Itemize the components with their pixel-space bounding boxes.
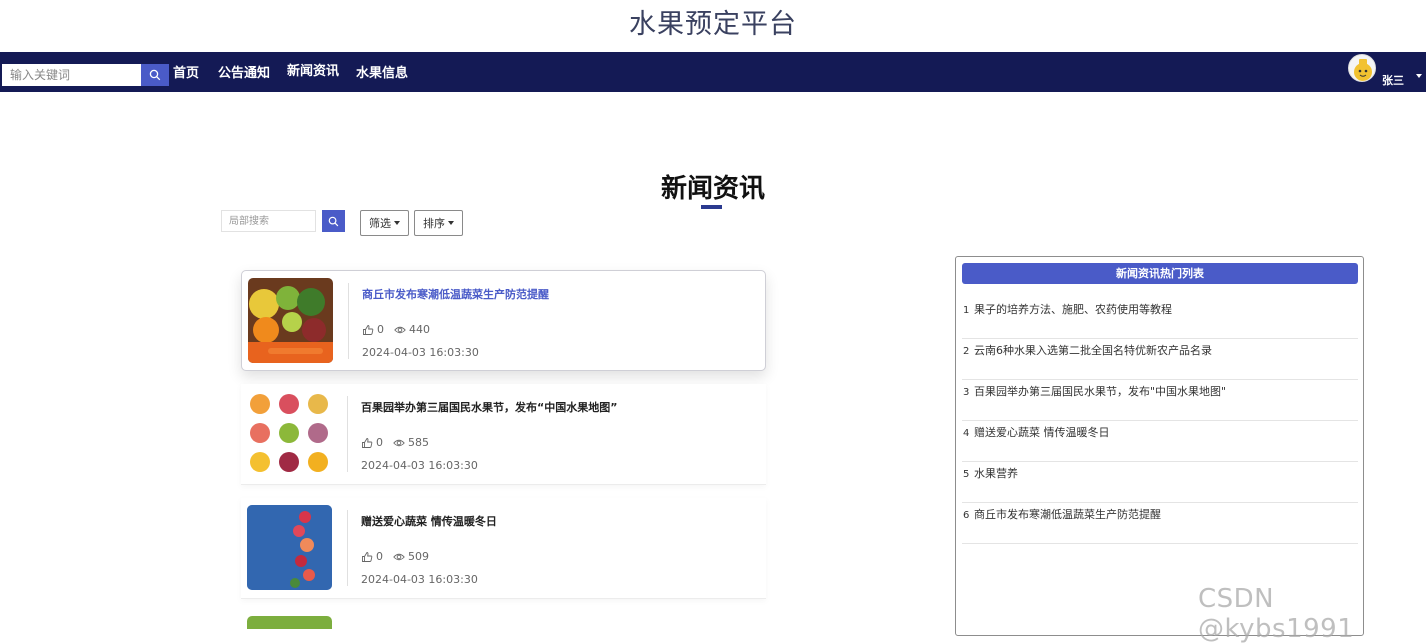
sort-dropdown[interactable]: 排序: [414, 210, 463, 236]
hot-news-text: 水果营养: [974, 467, 1018, 480]
hot-news-item[interactable]: 6 商丘市发布寒潮低温蔬菜生产防范提醒: [962, 503, 1358, 544]
like-count: 0: [376, 436, 383, 449]
search-icon: [149, 69, 161, 81]
hot-news-rank: 6: [963, 510, 970, 521]
news-stats: 0 585: [361, 436, 429, 449]
fruit-vegetable-image: [248, 278, 333, 363]
view-count: 440: [409, 323, 430, 336]
hot-news-item[interactable]: 2 云南6种水果入选第二批全国名特优新农产品名录: [962, 339, 1358, 380]
view-count: 509: [408, 550, 429, 563]
nav-news[interactable]: 新闻资讯: [287, 62, 339, 82]
card-divider: [347, 396, 348, 472]
local-search-button[interactable]: [322, 210, 345, 232]
thumbs-up-icon[interactable]: [361, 551, 373, 563]
hot-news-text: 赠送爱心蔬菜 情传温暖冬日: [974, 426, 1110, 439]
hot-news-rank: 4: [963, 428, 970, 439]
search-icon: [328, 216, 339, 226]
nav-fruit-info[interactable]: 水果信息: [356, 64, 408, 84]
avatar-icon: [1354, 59, 1372, 81]
hot-news-rank: 2: [963, 346, 970, 357]
keyword-search-button[interactable]: [141, 64, 169, 86]
hot-news-text: 云南6种水果入选第二批全国名特优新农产品名录: [974, 344, 1212, 357]
news-date: 2024-04-03 16:03:30: [361, 459, 478, 472]
hot-news-item[interactable]: 1 果子的培养方法、施肥、农药使用等教程: [962, 298, 1358, 339]
hot-news-text: 商丘市发布寒潮低温蔬菜生产防范提醒: [974, 508, 1161, 521]
hot-news-rank: 3: [963, 387, 970, 398]
news-thumbnail-partial: [247, 616, 332, 629]
hot-news-header: 新闻资讯热门列表: [962, 263, 1358, 284]
hot-news-text: 百果园举办第三届国民水果节，发布"中国水果地图": [974, 385, 1227, 398]
eye-icon: [393, 551, 405, 563]
caret-down-icon: [394, 221, 400, 225]
nav-notices[interactable]: 公告通知: [218, 64, 270, 84]
news-date: 2024-04-03 16:03:30: [362, 346, 479, 359]
news-stats: 0 440: [362, 323, 430, 336]
keyword-search-input[interactable]: [2, 64, 141, 86]
thumbs-up-icon[interactable]: [361, 437, 373, 449]
card-divider: [347, 510, 348, 586]
news-card[interactable]: 百果园举办第三届国民水果节，发布“中国水果地图” 0 585 2024-04-0…: [241, 384, 766, 485]
filter-dropdown[interactable]: 筛选: [360, 210, 409, 236]
hot-news-item[interactable]: 4 赠送爱心蔬菜 情传温暖冬日: [962, 421, 1358, 462]
hot-news-item[interactable]: 5 水果营养: [962, 462, 1358, 503]
news-stats: 0 509: [361, 550, 429, 563]
like-count: 0: [377, 323, 384, 336]
eye-icon: [394, 324, 406, 336]
hot-news-rank: 5: [963, 469, 970, 480]
user-avatar[interactable]: [1348, 54, 1376, 82]
hot-news-panel: 新闻资讯热门列表 1 果子的培养方法、施肥、农药使用等教程 2 云南6种水果入选第二…: [955, 256, 1364, 636]
top-navbar: 首页 公告通知 新闻资讯 水果信息 张三: [0, 52, 1426, 92]
section-title: 新闻资讯: [660, 174, 765, 204]
user-name[interactable]: 张三: [1382, 72, 1404, 88]
local-search-input[interactable]: [221, 210, 316, 232]
news-date: 2024-04-03 16:03:30: [361, 573, 478, 586]
thumbs-up-icon[interactable]: [362, 324, 374, 336]
nav-home[interactable]: 首页: [173, 64, 199, 84]
user-menu-caret-icon[interactable]: [1416, 74, 1422, 78]
news-title[interactable]: 商丘市发布寒潮低温蔬菜生产防范提醒: [362, 286, 549, 302]
csdn-watermark: CSDN @kybs1991: [1198, 584, 1355, 644]
sort-label: 排序: [423, 217, 445, 230]
filter-label: 筛选: [369, 217, 391, 230]
hot-news-rank: 1: [963, 305, 970, 316]
like-count: 0: [376, 550, 383, 563]
fruit-grid-image: [247, 391, 332, 476]
title-underline: [701, 205, 722, 209]
site-title: 水果预定平台: [629, 9, 797, 40]
caret-down-icon: [448, 221, 454, 225]
card-divider: [348, 283, 349, 359]
eye-icon: [393, 437, 405, 449]
news-thumbnail: [248, 278, 333, 363]
news-title[interactable]: 百果园举办第三届国民水果节，发布“中国水果地图”: [361, 399, 617, 415]
hot-news-item[interactable]: 3 百果园举办第三届国民水果节，发布"中国水果地图": [962, 380, 1358, 421]
news-card[interactable]: 商丘市发布寒潮低温蔬菜生产防范提醒 0 440 2024-04-03 16:03…: [241, 270, 766, 371]
news-card[interactable]: 赠送爱心蔬菜 情传温暖冬日 0 509 2024-04-03 16:03:30: [241, 498, 766, 599]
news-title[interactable]: 赠送爱心蔬菜 情传温暖冬日: [361, 513, 497, 529]
news-thumbnail: [247, 505, 332, 590]
news-thumbnail: [247, 391, 332, 476]
berries-image: [247, 505, 332, 590]
view-count: 585: [408, 436, 429, 449]
hot-news-text: 果子的培养方法、施肥、农药使用等教程: [974, 303, 1172, 316]
